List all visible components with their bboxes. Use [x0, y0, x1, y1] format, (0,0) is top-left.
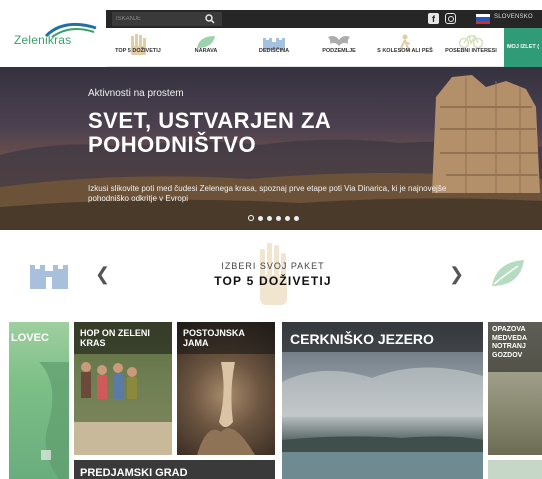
package-kicker: IZBERI SVOJ PAKET	[221, 261, 325, 271]
hero-description: Izkusi slikovite poti med čudesi Zeleneg…	[88, 184, 447, 203]
nav-item-moj-izlet[interactable]: MOJ IZLET (	[504, 28, 542, 67]
instagram-icon[interactable]	[445, 13, 456, 24]
slovenia-flag-icon[interactable]	[476, 14, 490, 24]
slider-dot[interactable]	[276, 216, 281, 221]
next-arrow-icon[interactable]: ❯	[449, 264, 464, 285]
tile-title: CERKNIŠKO JEZERO	[290, 331, 434, 347]
tile-predjamski-grad[interactable]: PREDJAMSKI GRAD	[74, 460, 275, 479]
bicycle-icon	[458, 35, 484, 48]
slider-dot[interactable]	[267, 216, 272, 221]
language-selector[interactable]: SLOVENSKO	[494, 14, 533, 20]
top-bar: f SLOVENSKO	[106, 10, 542, 28]
leaf-icon[interactable]	[490, 258, 526, 288]
site-logo[interactable]: Zelenikras	[0, 0, 106, 67]
tile-title: POSTOJNSKA JAMA	[183, 328, 245, 348]
slider-dot[interactable]	[248, 215, 254, 221]
nav-item-narava[interactable]: NARAVA	[170, 28, 242, 67]
tile-lovec[interactable]: LOVEC	[9, 322, 69, 479]
tile-image	[39, 362, 69, 479]
nav-item-dediscina[interactable]: DEDIŠČINA	[242, 28, 306, 67]
tile-hop-on-zeleni-kras[interactable]: HOP ON ZELENI KRAS	[74, 322, 172, 455]
facebook-icon[interactable]: f	[428, 13, 439, 24]
tile-partial[interactable]	[488, 460, 542, 479]
tile-title: PREDJAMSKI GRAD	[80, 467, 188, 479]
package-title: TOP 5 DOŽIVETIJ	[214, 274, 332, 288]
nav-item-kolesom-pes[interactable]: S KOLESOM ALI PEŠ	[372, 28, 438, 67]
slider-dot[interactable]	[294, 216, 299, 221]
hero-title: SVET, USTVARJEN ZA POHODNIŠTVO	[88, 108, 331, 157]
logo-text: Zelenikras	[14, 33, 72, 47]
tile-opazovanje-medveda[interactable]: OPAZOVA MEDVEDA NOTRANJ GOZDOV	[488, 322, 542, 455]
main-nav: TOP 5 DOŽIVETIJ NARAVA DEDIŠČINA PODZEML…	[106, 28, 542, 67]
hero-kicker: Aktivnosti na prostem	[88, 88, 184, 99]
bat-icon	[328, 36, 350, 46]
search-icon[interactable]	[204, 13, 216, 25]
tile-cerknisko-jezero[interactable]: CERKNIŠKO JEZERO	[282, 322, 483, 479]
tile-postojnska-jama[interactable]: POSTOJNSKA JAMA	[177, 322, 275, 455]
hero-banner: Aktivnosti na prostem SVET, USTVARJEN ZA…	[0, 67, 542, 230]
prev-arrow-icon[interactable]: ❮	[95, 264, 110, 285]
slider-dots	[248, 208, 303, 221]
slider-dot[interactable]	[258, 216, 263, 221]
slider-dot[interactable]	[285, 216, 290, 221]
nav-item-podzemlje[interactable]: PODZEMLJE	[306, 28, 372, 67]
tile-title: HOP ON ZELENI KRAS	[80, 328, 150, 348]
tile-title: LOVEC	[11, 332, 49, 344]
tile-title: OPAZOVA MEDVEDA NOTRANJ GOZDOV	[492, 326, 527, 359]
castle-icon[interactable]	[29, 257, 69, 289]
nav-item-posebni-interesi[interactable]: POSEBNI INTERESI	[438, 28, 504, 67]
nav-item-top5[interactable]: TOP 5 DOŽIVETIJ	[106, 28, 170, 67]
